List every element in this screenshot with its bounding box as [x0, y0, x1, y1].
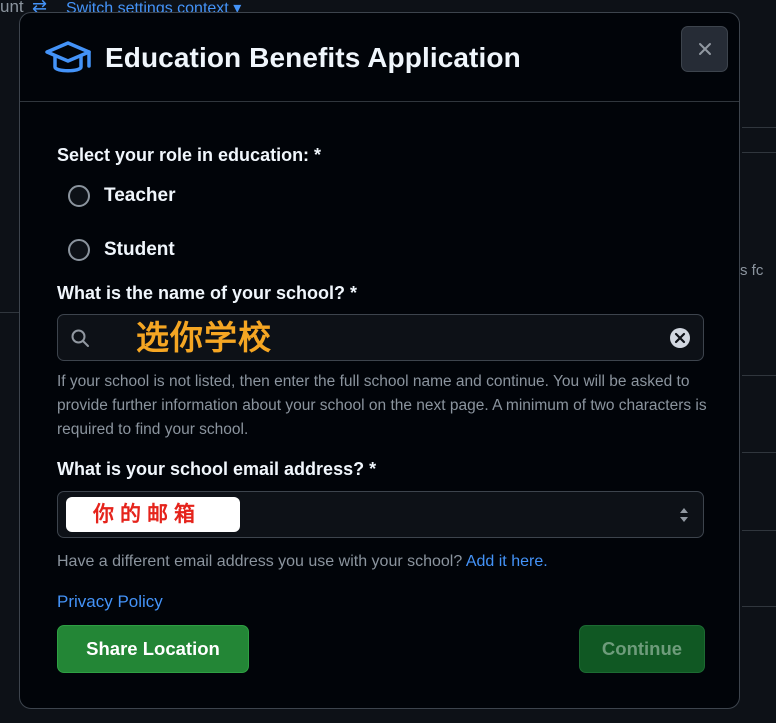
privacy-policy-link[interactable]: Privacy Policy: [57, 592, 163, 612]
role-option-student[interactable]: Student: [68, 236, 175, 264]
role-label: Select your role in education: *: [57, 145, 322, 165]
student-radio-label[interactable]: Student: [104, 239, 175, 261]
search-icon: [71, 329, 89, 347]
school-name-label: What is the name of your school? *: [57, 283, 358, 303]
dialog-header: Education Benefits Application: [20, 13, 739, 102]
background-text-fragment: s fc: [740, 262, 764, 279]
education-benefits-dialog: Education Benefits Application Select yo…: [19, 12, 740, 709]
role-option-teacher[interactable]: Teacher: [68, 182, 175, 210]
school-help-text: If your school is not listed, then enter…: [57, 373, 707, 438]
email-label: What is your school email address? *: [57, 459, 377, 479]
continue-label: Continue: [601, 638, 683, 659]
close-button[interactable]: [681, 26, 728, 72]
updown-arrows-icon: [680, 508, 688, 522]
close-icon: [698, 43, 711, 55]
alternate-email-prompt: Have a different email address you use w…: [57, 553, 548, 571]
email-select-value: 你的邮箱: [66, 497, 240, 532]
background-divider: [742, 530, 776, 531]
dialog-title: Education Benefits Application: [105, 42, 521, 73]
background-divider: [742, 452, 776, 453]
background-divider: [0, 312, 20, 313]
school-email-select[interactable]: 你的邮箱: [57, 491, 704, 538]
background-divider: [742, 375, 776, 376]
share-location-label: Share Location: [86, 638, 220, 659]
student-radio[interactable]: [68, 239, 90, 261]
teacher-radio[interactable]: [68, 185, 90, 207]
background-divider: [742, 152, 776, 153]
school-input-value: 选你学校: [136, 318, 272, 357]
share-location-button[interactable]: Share Location: [57, 625, 249, 673]
alternate-email-text: Have a different email address you use w…: [57, 553, 463, 570]
teacher-radio-label[interactable]: Teacher: [104, 185, 175, 207]
background-divider: [742, 127, 776, 128]
add-email-link[interactable]: Add it here.: [466, 553, 548, 570]
graduation-cap-icon: [45, 41, 91, 73]
continue-button[interactable]: Continue: [579, 625, 705, 673]
background-divider: [742, 606, 776, 607]
clear-icon[interactable]: [669, 327, 691, 349]
school-search-input[interactable]: 选你学校: [57, 314, 704, 361]
